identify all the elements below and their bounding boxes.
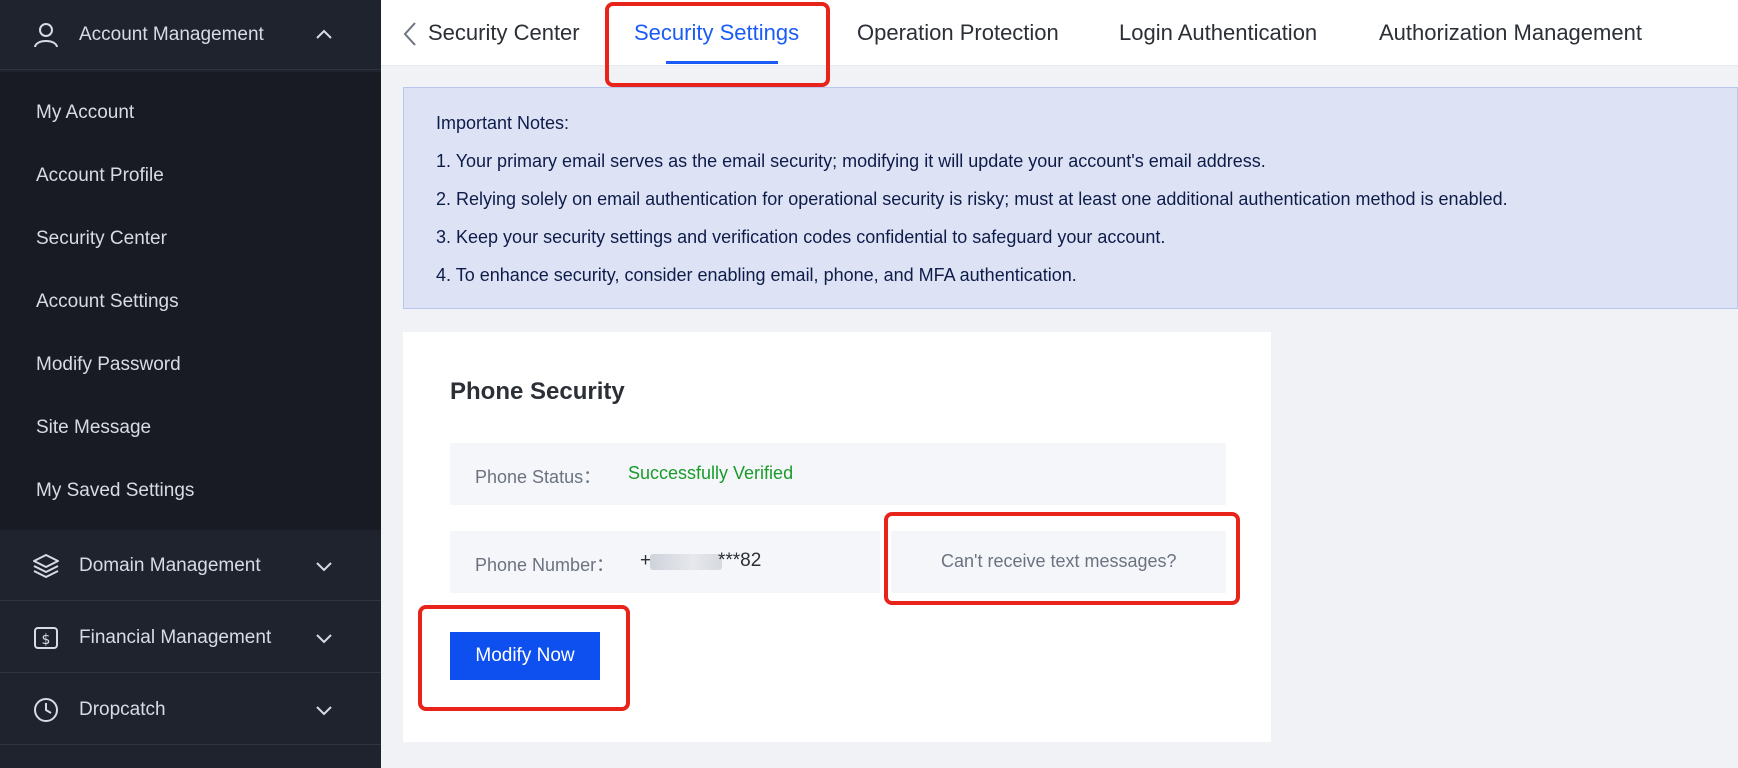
cant-receive-row: Can't receive text messages? bbox=[891, 531, 1226, 593]
sidebar-group-label: Domain Management bbox=[79, 554, 261, 576]
account-management-submenu: My Account Account Profile Security Cent… bbox=[0, 72, 381, 530]
sidebar-item-security-center[interactable]: Security Center bbox=[36, 228, 167, 250]
dollar-icon: $ bbox=[34, 626, 58, 649]
notice-line: 1. Your primary email serves as the emai… bbox=[436, 151, 1266, 171]
active-tab-indicator bbox=[666, 61, 778, 64]
notice-title: Important Notes: bbox=[436, 113, 570, 133]
phone-status-label: Phone Status： bbox=[475, 467, 602, 487]
chevron-down-icon bbox=[316, 633, 332, 643]
phone-number-row: Phone Number： + ***82 bbox=[450, 531, 880, 593]
important-notes-banner: Important Notes: 1. Your primary email s… bbox=[403, 87, 1738, 309]
tab-security-center[interactable]: Security Center bbox=[428, 20, 580, 46]
phone-status-row: Phone Status： Successfully Verified bbox=[450, 443, 1226, 505]
sidebar-group-domain-management[interactable]: Domain Management bbox=[0, 531, 381, 601]
sidebar-item-modify-password[interactable]: Modify Password bbox=[36, 354, 181, 376]
tab-authorization-management[interactable]: Authorization Management bbox=[1379, 20, 1642, 46]
clock-icon bbox=[34, 697, 58, 722]
sidebar-group-financial-management[interactable]: $ Financial Management bbox=[0, 603, 381, 673]
layers-icon bbox=[33, 553, 59, 578]
chevron-down-icon bbox=[316, 705, 332, 715]
sidebar-item-account-profile[interactable]: Account Profile bbox=[36, 165, 164, 187]
redacted-phone-digits bbox=[650, 554, 722, 570]
user-icon bbox=[34, 22, 58, 47]
card-title: Phone Security bbox=[450, 378, 625, 405]
phone-number-suffix: ***82 bbox=[718, 550, 762, 571]
sidebar-group-label: Financial Management bbox=[79, 626, 272, 648]
tab-login-authentication[interactable]: Login Authentication bbox=[1119, 20, 1317, 46]
chevron-down-icon bbox=[316, 561, 332, 571]
svg-text:$: $ bbox=[42, 632, 51, 648]
notice-line: 4. To enhance security, consider enablin… bbox=[436, 265, 1077, 285]
sidebar-item-my-saved-settings[interactable]: My Saved Settings bbox=[36, 480, 194, 502]
chevron-up-icon bbox=[316, 29, 332, 39]
tab-operation-protection[interactable]: Operation Protection bbox=[857, 20, 1059, 46]
phone-status-value: Successfully Verified bbox=[628, 463, 794, 483]
cant-receive-text-link[interactable]: Can't receive text messages? bbox=[941, 551, 1177, 572]
sidebar-item-site-message[interactable]: Site Message bbox=[36, 417, 151, 439]
modify-now-button[interactable]: Modify Now bbox=[450, 632, 600, 680]
notice-line: 2. Relying solely on email authenticatio… bbox=[436, 189, 1508, 209]
phone-security-card: Phone Security Phone Status： Successfull… bbox=[403, 332, 1271, 742]
sidebar-group-label: Account Management bbox=[79, 23, 264, 45]
tab-security-settings[interactable]: Security Settings bbox=[634, 20, 799, 46]
tab-bar: Security Center Security Settings Operat… bbox=[381, 0, 1738, 66]
sidebar-item-account-settings[interactable]: Account Settings bbox=[36, 291, 179, 313]
sidebar-item-my-account[interactable]: My Account bbox=[36, 102, 134, 124]
sidebar-group-dropcatch[interactable]: Dropcatch bbox=[0, 675, 381, 745]
sidebar-group-label: Dropcatch bbox=[79, 698, 166, 720]
sidebar-group-account-management[interactable]: Account Management bbox=[0, 0, 381, 70]
phone-number-label: Phone Number： bbox=[475, 555, 615, 575]
notice-line: 3. Keep your security settings and verif… bbox=[436, 227, 1166, 247]
back-chevron-icon[interactable] bbox=[401, 21, 419, 47]
sidebar: Account Management My Account Account Pr… bbox=[0, 0, 381, 768]
